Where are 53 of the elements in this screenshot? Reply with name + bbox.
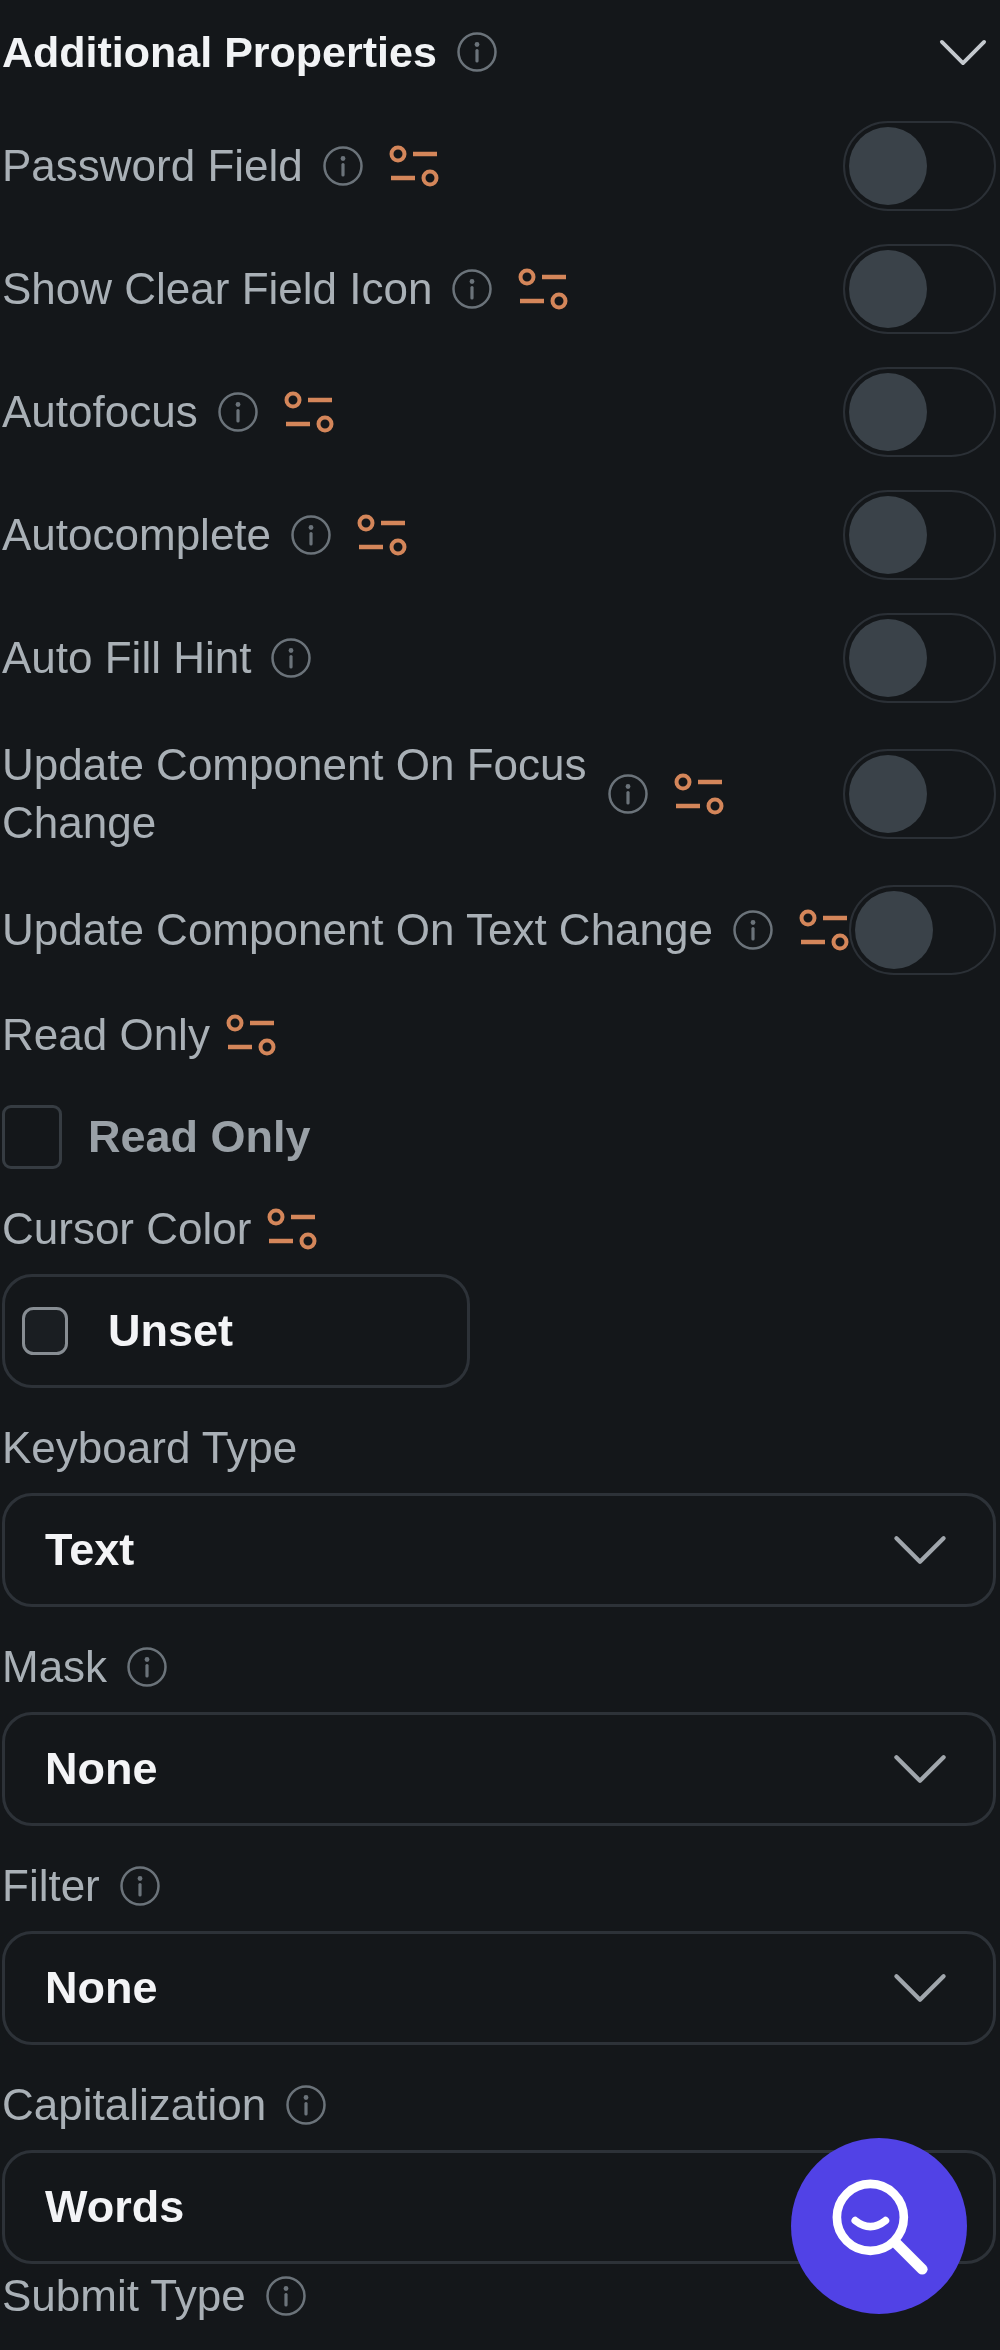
select-field[interactable]: None	[2, 1712, 996, 1826]
info-icon[interactable]	[456, 32, 497, 72]
info-icon[interactable]	[271, 637, 312, 678]
property-label: Update Component On Text Change	[2, 903, 713, 956]
sliders-icon[interactable]	[518, 266, 569, 311]
checkbox[interactable]	[2, 1105, 62, 1169]
chevron-icon[interactable]	[939, 38, 987, 66]
toggle-switch[interactable]	[843, 612, 996, 703]
select-field[interactable]: Text	[2, 1493, 996, 1607]
field-label: Keyboard Type	[2, 1426, 298, 1470]
checkbox-label[interactable]: Read Only	[88, 1111, 311, 1163]
field-label: Mask	[2, 1645, 108, 1689]
sliders-icon[interactable]	[674, 771, 724, 816]
info-icon[interactable]	[733, 909, 773, 950]
info-icon[interactable]	[322, 145, 363, 186]
sliders-icon[interactable]	[225, 1013, 276, 1057]
field-label: Cursor Color	[2, 1207, 252, 1251]
toggle-switch[interactable]	[843, 243, 996, 334]
sliders-icon[interactable]	[357, 512, 408, 557]
property-label: Auto Fill Hint	[2, 631, 252, 684]
toggle-switch[interactable]	[843, 489, 996, 580]
chevron-icon	[893, 1973, 947, 2003]
field-label: Filter	[2, 1864, 100, 1908]
info-icon[interactable]	[265, 2276, 306, 2316]
property-label: Update Component On Focus Change	[2, 738, 588, 849]
toggle-switch[interactable]	[843, 120, 996, 211]
chevron-icon	[893, 1754, 947, 1784]
info-icon[interactable]	[286, 2085, 327, 2125]
property-label: Show Clear Field Icon	[2, 262, 433, 315]
property-label: Autofocus	[2, 385, 198, 438]
info-icon[interactable]	[452, 268, 493, 309]
sliders-icon[interactable]	[267, 1207, 318, 1251]
section-title: Additional Properties	[2, 27, 437, 77]
color-swatch-icon	[22, 1307, 68, 1355]
color-field[interactable]: Unset	[2, 1274, 470, 1388]
chevron-icon	[893, 1535, 947, 1565]
sliders-icon[interactable]	[388, 143, 439, 188]
sliders-icon[interactable]	[799, 907, 849, 952]
info-icon[interactable]	[127, 1647, 168, 1687]
property-label: Autocomplete	[2, 508, 272, 561]
info-icon[interactable]	[119, 1866, 160, 1906]
select-field[interactable]: None	[2, 1931, 996, 2045]
toggle-switch[interactable]	[849, 884, 996, 975]
sliders-icon[interactable]	[283, 389, 334, 434]
field-label: Capitalization	[2, 2083, 267, 2127]
property-label: Password Field	[2, 139, 303, 192]
field-label: Submit Type	[2, 2274, 246, 2318]
toggle-switch[interactable]	[843, 366, 996, 457]
info-icon[interactable]	[217, 391, 258, 432]
info-icon[interactable]	[608, 773, 648, 814]
field-label: Read Only	[2, 1013, 210, 1057]
toggle-switch[interactable]	[843, 748, 996, 839]
info-icon[interactable]	[291, 514, 332, 555]
